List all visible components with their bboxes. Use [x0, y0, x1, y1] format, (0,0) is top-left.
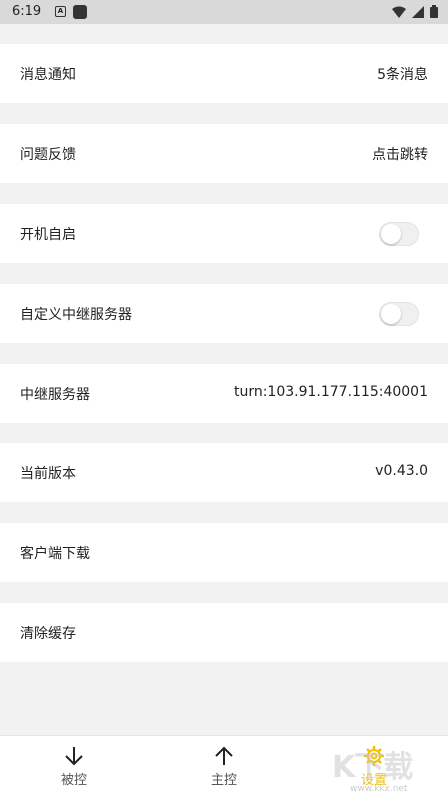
notification-icon: A	[55, 6, 66, 17]
signal-icon	[412, 5, 424, 18]
setting-label: 自定义中继服务器	[20, 307, 132, 323]
setting-label: 开机自启	[20, 227, 76, 243]
watermark: K下载 www.kkx.net	[332, 740, 444, 794]
toggle-knob	[381, 224, 401, 244]
message-count-value: 5条消息	[377, 67, 428, 83]
setting-label: 清除缓存	[20, 626, 76, 642]
watermark-text: K下载	[332, 750, 413, 785]
setting-label: 问题反馈	[20, 147, 76, 163]
toggle-knob	[381, 304, 401, 324]
setting-custom-relay: 自定义中继服务器	[0, 284, 448, 343]
setting-clear-cache[interactable]: 清除缓存	[0, 603, 448, 662]
version-value: v0.43.0	[375, 463, 428, 479]
setting-label: 当前版本	[20, 466, 76, 482]
battery-icon	[430, 5, 438, 18]
setting-message-notification[interactable]: 消息通知 5条消息	[0, 44, 448, 103]
setting-relay-server[interactable]: 中继服务器 turn:103.91.177.115:40001	[0, 364, 448, 423]
arrow-up-icon	[215, 746, 233, 765]
app-notification-icon	[73, 5, 87, 19]
setting-label: 客户端下载	[20, 546, 90, 562]
setting-feedback[interactable]: 问题反馈 点击跳转	[0, 124, 448, 183]
setting-client-download[interactable]: 客户端下载	[0, 523, 448, 582]
nav-item-controlled[interactable]: 被控	[24, 736, 124, 796]
autostart-toggle[interactable]	[379, 222, 419, 246]
relay-server-value: turn:103.91.177.115:40001	[233, 384, 428, 400]
nav-label: 被控	[60, 773, 87, 788]
system-icons	[392, 5, 438, 18]
watermark-url: www.kkx.net	[350, 784, 408, 794]
arrow-down-icon	[65, 747, 83, 766]
status-bar: 6:19 A	[0, 0, 448, 24]
feedback-link-value[interactable]: 点击跳转	[372, 144, 428, 164]
nav-label: 主控	[210, 773, 237, 788]
status-time: 6:19	[12, 4, 42, 19]
wifi-icon	[392, 6, 406, 18]
nav-item-control[interactable]: 主控	[174, 736, 274, 796]
setting-autostart: 开机自启	[0, 204, 448, 263]
setting-current-version: 当前版本 v0.43.0	[0, 443, 448, 502]
setting-label: 中继服务器	[20, 387, 90, 403]
custom-relay-toggle[interactable]	[379, 302, 419, 326]
setting-label: 消息通知	[20, 67, 76, 83]
